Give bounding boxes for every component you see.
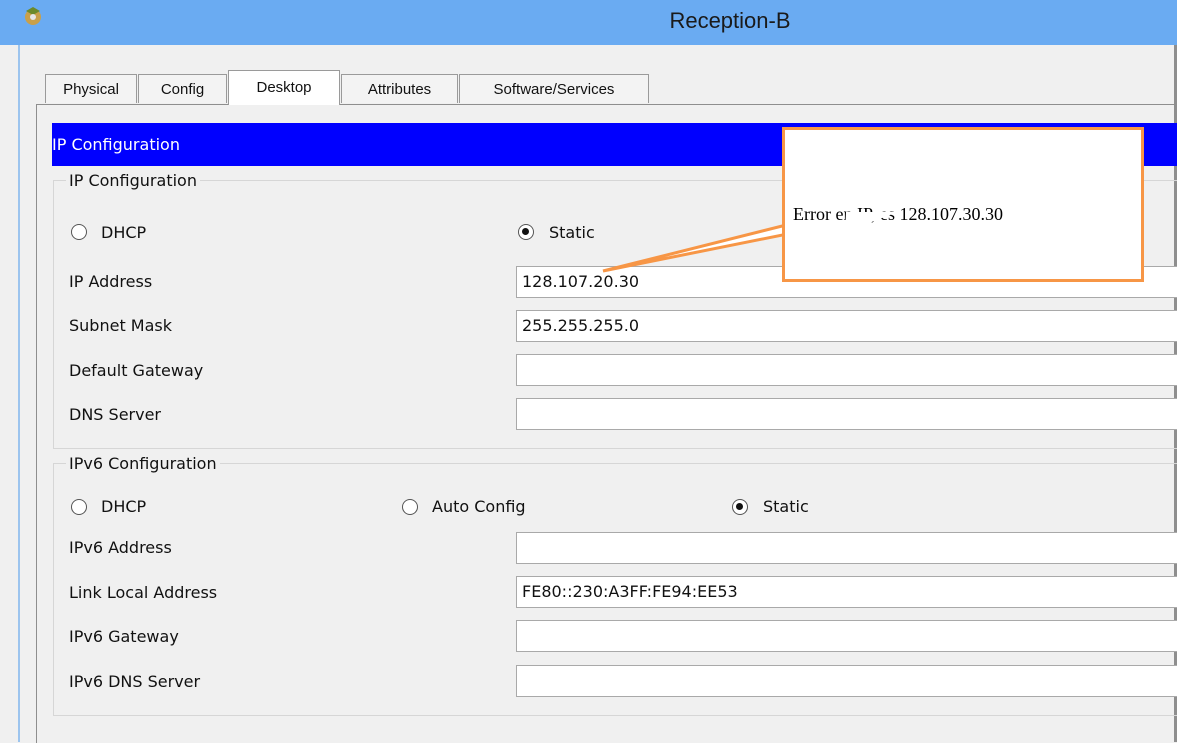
dns-server-field[interactable] [516, 398, 1177, 430]
ipv6-dns-server-field[interactable] [516, 665, 1177, 697]
ipv6-address-label: IPv6 Address [69, 538, 172, 557]
window-title: Reception-B [669, 8, 791, 33]
ipv4-dhcp-radio[interactable] [71, 224, 87, 240]
ipv6-auto-config-label[interactable]: Auto Config [432, 497, 526, 516]
subnet-mask-field[interactable]: 255.255.255.0 [516, 310, 1177, 342]
tab-attributes[interactable]: Attributes [341, 74, 458, 103]
default-gateway-field[interactable] [516, 354, 1177, 386]
ipv4-static-label[interactable]: Static [549, 223, 595, 242]
error-callout-text: Error en IP, es 128.107.30.30 [793, 204, 1003, 224]
ipv6-gateway-label: IPv6 Gateway [69, 627, 179, 646]
ipv6-address-field[interactable] [516, 532, 1177, 564]
tab-physical[interactable]: Physical [45, 74, 137, 103]
subnet-mask-label: Subnet Mask [69, 316, 173, 335]
error-callout: Error en IP, es 128.107.30.30 [782, 127, 1144, 282]
ipv6-auto-config-radio[interactable] [402, 499, 418, 515]
window-left-border [18, 45, 20, 742]
ipv6-gateway-field[interactable] [516, 620, 1177, 652]
ipv4-dhcp-label[interactable]: DHCP [101, 223, 146, 242]
link-local-address-label: Link Local Address [69, 583, 218, 602]
ipv6-static-label[interactable]: Static [763, 497, 809, 516]
ipv6-legend: IPv6 Configuration [66, 454, 220, 473]
ipv4-static-radio[interactable] [518, 224, 534, 240]
ipv6-dns-server-label: IPv6 DNS Server [69, 672, 201, 691]
title-bar: Reception-B [0, 0, 1177, 45]
tab-software-services[interactable]: Software/Services [459, 74, 649, 103]
tab-config[interactable]: Config [138, 74, 227, 103]
ip-address-label: IP Address [69, 272, 153, 291]
ipv6-dhcp-radio[interactable] [71, 499, 87, 515]
panel-header-title: IP Configuration [52, 135, 180, 154]
link-local-address-field[interactable]: FE80::230:A3FF:FE94:EE53 [516, 576, 1177, 608]
default-gateway-label: Default Gateway [69, 361, 204, 380]
tab-desktop[interactable]: Desktop [228, 70, 340, 105]
dns-server-label: DNS Server [69, 405, 161, 424]
ipv6-static-radio[interactable] [732, 499, 748, 515]
ipv6-dhcp-label[interactable]: DHCP [101, 497, 146, 516]
ipv4-legend: IP Configuration [66, 171, 200, 190]
